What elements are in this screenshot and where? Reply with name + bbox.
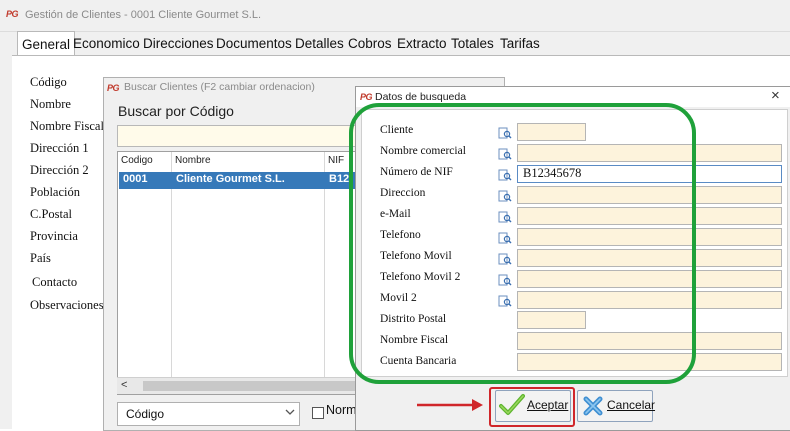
buscar-logo-icon: PG xyxy=(107,83,120,93)
field-label-codigo: Código xyxy=(30,75,67,89)
dialog-title: Datos de busqueda xyxy=(375,91,467,103)
field-label-nombre-fiscal: Nombre Fiscal xyxy=(30,119,104,133)
highlight-frame xyxy=(349,103,696,384)
column-header-nombre[interactable]: Nombre xyxy=(175,155,211,166)
field-label-contacto: Contacto xyxy=(32,275,78,289)
column-header-codigo[interactable]: Codigo xyxy=(121,155,153,166)
field-label-observaciones: Observaciones xyxy=(30,298,104,312)
cell-nif: B12 xyxy=(329,173,350,185)
tab-cobros[interactable]: Cobros xyxy=(345,33,395,55)
column-header-nif[interactable]: NIF xyxy=(328,155,344,166)
main-titlebar: PG Gestión de Clientes - 0001 Cliente Go… xyxy=(0,0,790,32)
tab-tarifas[interactable]: Tarifas xyxy=(497,33,543,55)
tab-economico[interactable]: Economico xyxy=(70,33,143,55)
buscar-header: Buscar por Código xyxy=(118,103,234,119)
dialog-logo-icon: PG xyxy=(360,92,373,102)
field-label-cpostal: C.Postal xyxy=(30,207,73,221)
cancel-button-label: Cancelar xyxy=(607,398,656,412)
close-icon[interactable]: × xyxy=(771,87,780,104)
tab-documentos[interactable]: Documentos xyxy=(213,33,295,55)
order-select[interactable]: Código xyxy=(117,402,300,426)
field-label-direccion-2: Dirección 2 xyxy=(30,163,89,177)
scroll-left-icon[interactable]: < xyxy=(121,379,127,391)
tab-extracto[interactable]: Extracto xyxy=(394,33,450,55)
cell-nombre: Cliente Gourmet S.L. xyxy=(176,173,285,185)
cell-codigo: 0001 xyxy=(123,173,148,185)
arrow-right-icon xyxy=(416,398,484,417)
order-select-value: Código xyxy=(126,407,165,421)
app-logo-icon: PG xyxy=(6,9,19,19)
cancel-x-icon xyxy=(582,395,604,422)
tab-totales[interactable]: Totales xyxy=(448,33,497,55)
tab-direcciones[interactable]: Direcciones xyxy=(140,33,217,55)
field-label-pais: País xyxy=(30,251,51,265)
field-label-poblacion: Población xyxy=(30,185,80,199)
field-label-direccion-1: Dirección 1 xyxy=(30,141,89,155)
chevron-down-icon xyxy=(285,405,295,422)
tab-detalles[interactable]: Detalles xyxy=(292,33,347,55)
tab-general[interactable]: General xyxy=(17,31,76,57)
highlight-frame xyxy=(489,387,575,427)
field-label-nombre: Nombre xyxy=(30,97,71,111)
window-title: Gestión de Clientes - 0001 Cliente Gourm… xyxy=(25,9,262,21)
field-label-provincia: Provincia xyxy=(30,229,78,243)
normal-checkbox[interactable] xyxy=(312,407,324,419)
cancel-button[interactable]: Cancelar xyxy=(577,390,656,422)
buscar-title: Buscar Clientes (F2 cambiar ordenacion) xyxy=(124,81,315,93)
